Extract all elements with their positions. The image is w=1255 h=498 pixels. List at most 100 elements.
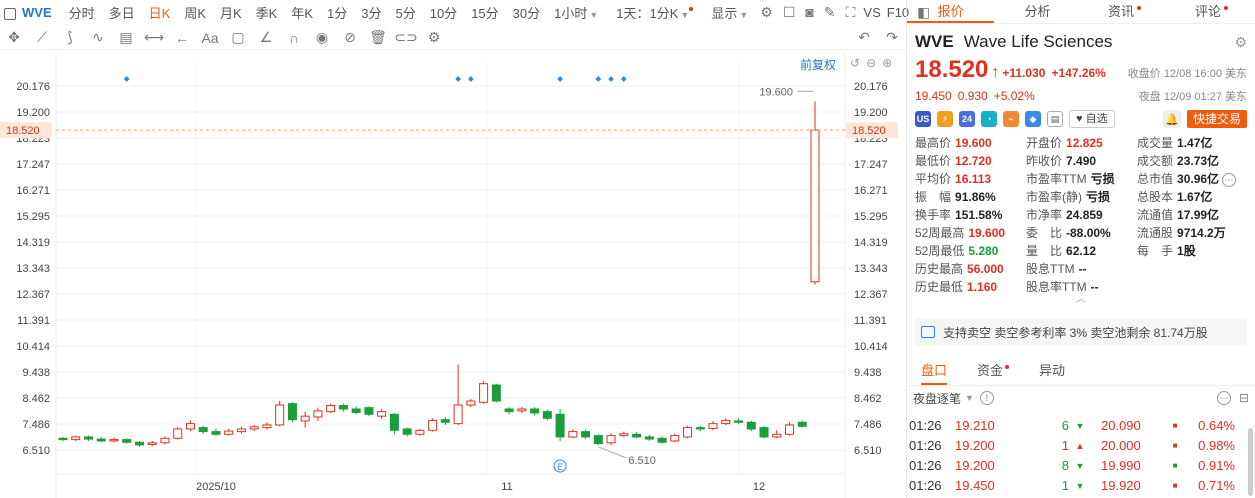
period-30min[interactable]: 30分 [506,3,547,22]
candle-body[interactable] [262,424,272,429]
period-1min[interactable]: 1分 [320,3,354,22]
kline-chart[interactable]: 20.176 20.176 19.200 19.200 18.223 18.223 17.2… [0,52,906,498]
candle-body[interactable] [58,437,68,441]
zoom-in-icon[interactable]: ⊕ [882,56,892,70]
candle-body[interactable] [287,403,297,421]
period-15min[interactable]: 15分 [464,3,505,22]
eye-icon[interactable]: ◉ [314,29,330,46]
candle-body[interactable] [249,426,259,430]
pencil-icon[interactable]: ✎ [824,4,836,20]
candle-body[interactable] [683,427,693,438]
candle-body[interactable] [542,411,552,419]
candle-body[interactable] [402,428,412,435]
24h-icon[interactable]: 24 [959,111,975,127]
candle-body[interactable] [338,405,348,410]
candle-body[interactable] [479,383,489,403]
candle-body[interactable] [555,413,565,438]
lightning-icon[interactable]: ⚡ [937,111,953,127]
camera-icon[interactable]: ◙ [805,4,813,20]
candle-body[interactable] [772,433,782,438]
info-icon[interactable]: ! [979,391,994,405]
symbol-label[interactable]: WVE [0,5,62,20]
day-select[interactable]: 1天：1分K ▼ [609,3,700,22]
tab-quote[interactable]: 报价 [907,0,994,23]
link-icon[interactable]: ⊂⊃ [394,29,417,46]
candle-body[interactable] [632,433,642,438]
candle-body[interactable] [83,436,93,440]
chevron-down-icon[interactable]: ▼ [965,393,974,403]
candle-body[interactable] [185,423,195,430]
candle-body[interactable] [734,420,744,423]
redo-icon[interactable]: ↷ [884,29,900,46]
candle-body[interactable] [134,441,144,446]
vs-button[interactable]: VS [860,5,883,20]
tab-capital[interactable]: 资金 [977,360,1010,385]
period-weekly-k[interactable]: 周K [177,3,213,22]
tick-title[interactable]: 夜盘逐笔 [913,390,961,407]
candle-body[interactable] [71,436,81,441]
zoom-out-icon[interactable]: ⊖ [866,56,876,70]
candle-body[interactable] [389,413,399,431]
candle-body[interactable] [96,438,106,442]
candle-body[interactable] [721,419,731,425]
chat-icon[interactable]: ◔ [981,111,997,127]
period-yearly-k[interactable]: 年K [284,3,320,22]
chart-canvas[interactable]: 20.176 20.17619.200 19.20018.223 18.22317.2… [0,52,906,498]
candle-body[interactable] [160,437,170,444]
event-dot[interactable] [123,76,130,82]
move-icon[interactable]: ✥ [6,29,22,46]
document-icon[interactable]: ▤ [1047,111,1063,127]
period-quarterly-k[interactable]: 季K [249,3,285,22]
more-icon[interactable]: ⋯ [1222,173,1237,187]
candle-body[interactable] [173,428,183,439]
quick-trade-button[interactable]: 快捷交易 [1186,110,1247,128]
event-dot[interactable] [557,76,563,82]
candle-body[interactable] [581,431,591,438]
eraser-icon[interactable]: ∠ [258,29,274,46]
period-daily-k[interactable]: 日K [142,3,178,22]
candle-body[interactable] [428,419,438,431]
candle-body[interactable] [326,405,336,413]
candle-body[interactable] [504,408,514,413]
trend-icon[interactable]: ⌁ [1003,111,1019,127]
collapse-icon[interactable]: ︿ [907,295,1255,306]
candle-body[interactable] [810,129,820,283]
trash-icon[interactable]: 🗑 [369,29,387,46]
more-icon[interactable]: ⋯ [1216,391,1231,405]
candle-body[interactable] [275,404,285,426]
line-tool-icon[interactable]: ⟋ [34,29,50,46]
event-dot[interactable] [468,76,474,82]
scrollbar[interactable] [1248,428,1253,496]
candle-body[interactable] [351,408,361,413]
display-menu[interactable]: 显示 ▼ [704,3,755,22]
candle-body[interactable] [670,435,680,442]
candle-body[interactable] [313,410,323,418]
period-3min[interactable]: 3分 [354,3,388,22]
text-tool-icon[interactable]: Aa [201,30,218,46]
period-duori[interactable]: 多日 [102,3,142,22]
candle-body[interactable] [453,404,463,425]
candle-body[interactable] [644,436,654,440]
candle-body[interactable] [377,411,387,417]
period-5min[interactable]: 5分 [388,3,422,22]
candle-body[interactable] [236,428,246,433]
fibonacci-tool-icon[interactable]: ▤ [118,29,134,46]
settings-gear-icon[interactable]: ⚙ [1234,34,1247,51]
period-10min[interactable]: 10分 [423,3,464,22]
candle-body[interactable] [759,427,769,438]
candle-body[interactable] [619,433,629,437]
candle-body[interactable] [147,442,157,445]
measure-tool-icon[interactable]: ⟷ [144,29,164,46]
arrow-tool-icon[interactable]: ← [174,30,190,46]
bell-icon[interactable]: 🔔 [1162,110,1181,128]
polyline-tool-icon[interactable]: ⟆ [62,29,78,46]
watchlist-button[interactable]: ♥ 自选 [1069,110,1115,128]
tag-icon[interactable]: ◆ [1025,111,1041,127]
event-dot[interactable] [455,76,461,82]
expand-icon[interactable]: ⊟ [1239,391,1249,405]
candle-body[interactable] [491,384,501,402]
candle-body[interactable] [785,424,795,435]
candle-body[interactable] [708,423,718,429]
candle-body[interactable] [657,437,667,443]
period-fenshi[interactable]: 分时 [62,3,102,22]
